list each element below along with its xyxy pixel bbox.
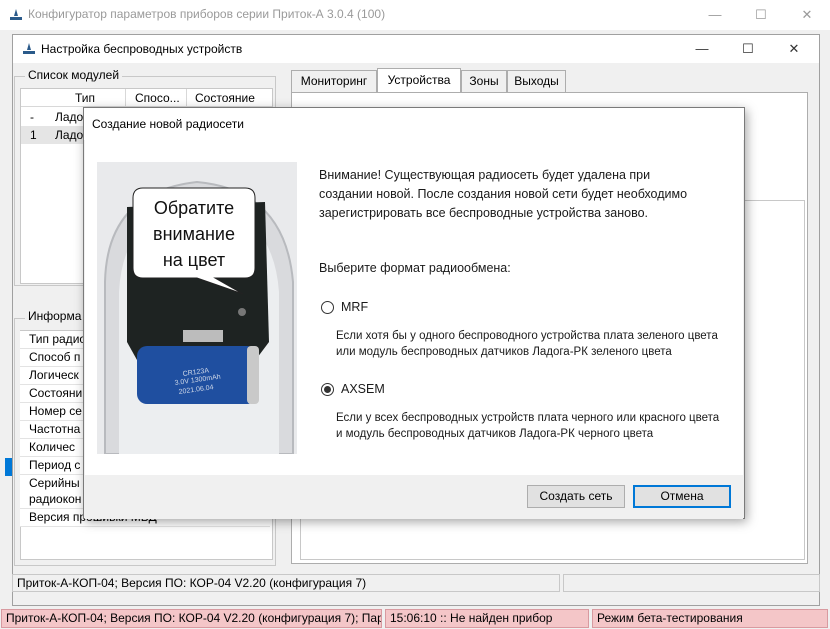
choose-format-label: Выберите формат радиообмена: [319, 261, 511, 275]
radio-axsem[interactable]: AXSEM [319, 380, 519, 400]
status-mode: Режим бета-тестирования [592, 609, 828, 628]
warning-line-2: создании новой. После создания новой сет… [319, 187, 688, 201]
child-status-device: Приток-А-КОП-04; Версия ПО: КОР-04 V2.20… [12, 574, 560, 592]
radio-axsem-circle[interactable] [321, 383, 334, 396]
col-state[interactable]: Состояние [195, 91, 255, 105]
status-device: Приток-А-КОП-04; Версия ПО: КОР-04 V2.20… [1, 609, 382, 628]
tab-devices[interactable]: Устройства [377, 68, 461, 92]
warning-line-3: зарегистрировать все беспроводные устрой… [319, 206, 649, 220]
child-maximize-button[interactable]: ☐ [725, 35, 771, 63]
col-divider [186, 89, 187, 107]
tab-zones[interactable]: Зоны [461, 70, 507, 92]
axsem-description-1: Если у всех беспроводных устройств плата… [336, 412, 720, 424]
create-network-button[interactable]: Создать сеть [527, 485, 625, 508]
app-icon [10, 9, 22, 20]
radio-mrf[interactable]: MRF [319, 298, 519, 318]
info-group-label: Информа [25, 309, 85, 323]
dialog-footer: Создать сеть Отмена [85, 475, 743, 519]
modules-group-label: Список модулей [25, 68, 123, 82]
child-status-extra [563, 574, 820, 592]
child-titlebar: Настройка беспроводных устройств — ☐ ✕ [13, 35, 819, 63]
child-window-title: Настройка беспроводных устройств [41, 42, 243, 56]
modules-grid-header: Тип Спосо... Состояние [21, 89, 272, 107]
main-maximize-button[interactable]: ☐ [738, 0, 784, 30]
radio-mrf-circle[interactable] [321, 301, 334, 314]
row-type: Ладо [55, 110, 84, 124]
callout-line-1: Обратите [154, 198, 234, 218]
main-titlebar: Конфигуратор параметров приборов серии П… [0, 0, 830, 30]
main-close-button[interactable]: ✕ [784, 0, 830, 30]
dialog-titlebar: Создание новой радиосети [84, 108, 744, 140]
device-photo: CR123A 3.0V 1300mAh 2021.06.04 Обратите … [97, 162, 297, 454]
radio-mrf-label[interactable]: MRF [341, 298, 368, 317]
device-photo-illustration: CR123A 3.0V 1300mAh 2021.06.04 Обратите … [104, 180, 294, 454]
main-statusbar: Приток-А-КОП-04; Версия ПО: КОР-04 V2.20… [0, 608, 830, 629]
row-type: Ладо [55, 128, 84, 142]
dialog-body: CR123A 3.0V 1300mAh 2021.06.04 Обратите … [85, 140, 743, 475]
status-message: 15:06:10 :: Не найден прибор [385, 609, 589, 628]
mrf-description-2: или модуль беспроводных датчиков Ладога-… [336, 346, 672, 358]
col-type[interactable]: Тип [75, 91, 95, 105]
callout-line-3: на цвет [163, 250, 225, 270]
tab-monitoring[interactable]: Мониторинг [291, 70, 377, 92]
axsem-description-2: и модуль беспроводных датчиков Ладога-РК… [336, 428, 654, 440]
main-window-title: Конфигуратор параметров приборов серии П… [28, 7, 386, 21]
main-minimize-button[interactable]: — [692, 0, 738, 30]
create-network-dialog: Создание новой радиосети CR123A 3.0V 130… [83, 107, 745, 519]
app-icon [23, 43, 35, 54]
child-minimize-button[interactable]: — [679, 35, 725, 63]
tab-outputs[interactable]: Выходы [507, 70, 566, 92]
col-divider [125, 89, 126, 107]
child-statusbar: Приток-А-КОП-04; Версия ПО: КОР-04 V2.20… [12, 574, 820, 594]
row-number: - [30, 110, 34, 124]
warning-line-1: Внимание! Существующая радиосеть будет у… [319, 168, 651, 182]
col-method[interactable]: Спосо... [135, 91, 180, 105]
dialog-title: Создание новой радиосети [92, 117, 244, 131]
main-window-edge [0, 120, 12, 610]
callout-line-2: внимание [153, 224, 235, 244]
radio-axsem-label[interactable]: AXSEM [341, 380, 385, 399]
child-close-button[interactable]: ✕ [771, 35, 817, 63]
row-number: 1 [30, 128, 37, 142]
cancel-button[interactable]: Отмена [633, 485, 731, 508]
mrf-description-1: Если хотя бы у одного беспроводного устр… [336, 330, 718, 342]
selection-marker [5, 458, 12, 476]
